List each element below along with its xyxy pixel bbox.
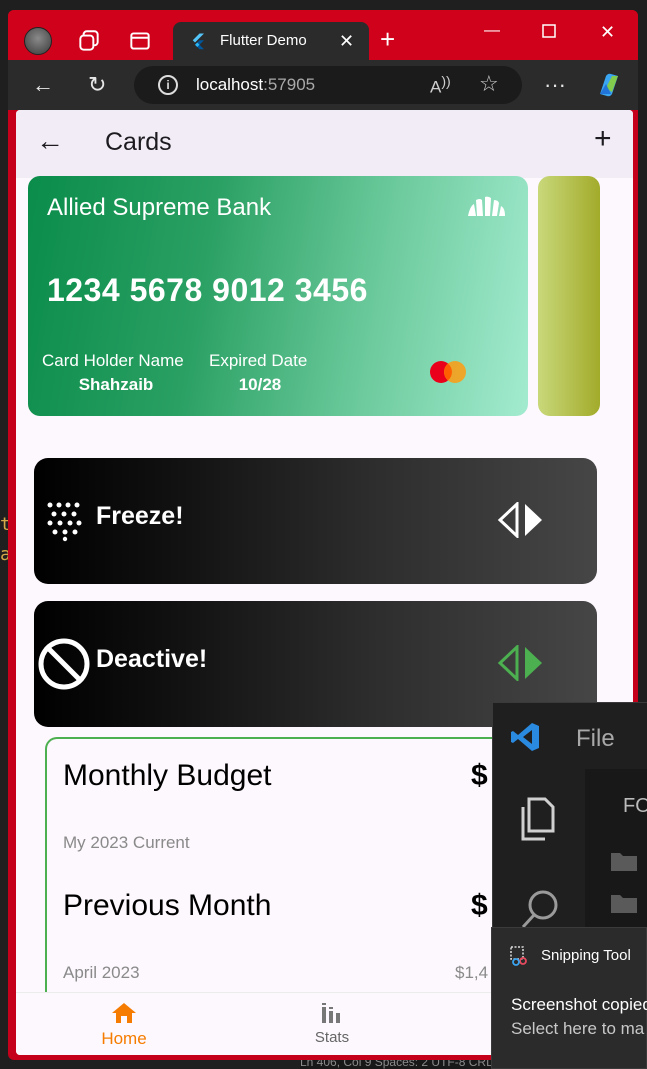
folder-icon[interactable] [609,891,639,915]
profile-avatar[interactable] [24,27,52,55]
monthly-budget-title: Monthly Budget [63,759,272,792]
nav-home[interactable]: Home [94,1001,154,1049]
nav-stats-label: Stats [314,1029,350,1046]
snipping-tool-title: Snipping Tool [541,947,631,964]
add-icon[interactable]: + [594,124,612,154]
search-icon[interactable] [519,887,563,931]
swipe-arrows-icon [497,502,542,538]
freeze-label: Freeze! [96,502,184,530]
expiry-label: Expired Date [209,351,308,370]
tab-title: Flutter Demo [220,32,307,49]
freeze-dots-icon [47,502,82,542]
previous-month-title: Previous Month [63,889,272,922]
notification-message: Screenshot copied [511,995,647,1014]
snipping-tool-notification[interactable]: Snipping Tool Screenshot copied Select h… [491,927,647,1069]
browser-titlebar: Flutter Demo ✕ + — ✕ [8,10,638,60]
close-window-icon[interactable]: ✕ [600,22,615,43]
next-bank-card[interactable] [538,176,600,416]
previous-month-subtitle: April 2023 [63,963,140,982]
back-arrow-icon[interactable]: ← [36,126,64,156]
favorite-star-icon[interactable]: ☆ [479,71,499,97]
address-bar[interactable]: i localhost:57905 A)) ☆ [134,66,522,104]
home-icon [112,1003,136,1023]
new-tab-icon[interactable]: + [380,26,395,52]
app-bar: ← Cards + [16,110,633,178]
card-holder-label: Card Holder Name [42,351,184,370]
vscode-titlebar: File [493,703,647,769]
url-port: :57905 [263,75,316,94]
read-aloud-icon[interactable]: A)) [430,74,451,98]
bank-name: Allied Supreme Bank [47,194,272,221]
nav-home-label: Home [101,1029,147,1048]
nav-stats[interactable]: Stats [302,1001,362,1046]
block-icon [38,638,90,690]
monthly-budget-subtitle: My 2023 Current [63,833,190,852]
explorer-files-icon[interactable] [515,795,559,843]
explorer-header: FO [623,795,647,817]
url-host: localhost [196,75,264,94]
freeze-card-button[interactable]: Freeze! [34,458,597,584]
notification-sub-message: Select here to ma [511,1019,645,1038]
minimize-icon[interactable]: — [484,22,500,40]
bank-logo-icon [468,196,505,216]
tab-flutter-demo[interactable]: Flutter Demo ✕ [173,22,369,60]
copilot-icon[interactable] [594,70,624,100]
flutter-icon [192,33,204,50]
expiry-value: 10/28 [238,375,282,394]
bank-card[interactable]: Allied Supreme Bank 1234 5678 9012 3456 … [28,176,528,416]
mastercard-icon [430,361,466,383]
card-holder-value: Shahzaib [78,375,154,394]
card-number: 1234 5678 9012 3456 [47,272,368,308]
previous-month-value: $1,4 [455,963,489,982]
browser-toolbar: ← ↻ i localhost:57905 A)) ☆ ··· [8,60,638,110]
folder-icon[interactable] [609,849,639,873]
tab-close-icon[interactable]: ✕ [339,31,354,52]
more-options-icon[interactable]: ··· [544,72,566,98]
previous-month-amount: $ [471,889,488,922]
monthly-budget-amount: $ [471,759,488,792]
url-text: localhost:57905 [196,75,315,95]
back-icon[interactable]: ← [32,72,54,98]
site-info-icon[interactable]: i [158,75,178,95]
page-title: Cards [105,128,172,156]
bar-chart-icon [322,1003,340,1023]
tab-actions-icon[interactable] [127,28,153,54]
deactive-label: Deactive! [96,645,208,673]
refresh-icon[interactable]: ↻ [88,72,106,98]
maximize-icon[interactable] [542,24,556,38]
vscode-logo-icon [511,723,539,751]
vscode-menu-file[interactable]: File [576,725,615,753]
workspaces-icon[interactable] [76,28,102,54]
snipping-tool-icon [510,946,527,966]
swipe-arrows-icon [497,645,542,681]
